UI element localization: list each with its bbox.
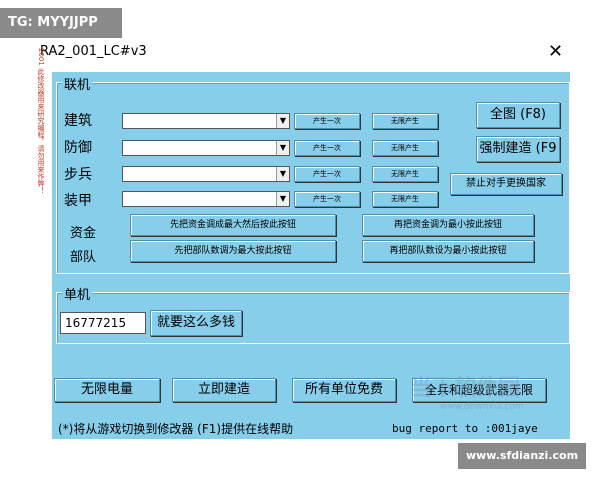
chevron-down-icon[interactable]: ▼ (276, 141, 289, 155)
infantry-infinite-button[interactable]: 无限产生 (372, 166, 438, 182)
chevron-down-icon[interactable]: ▼ (276, 192, 289, 206)
no-switch-country-button[interactable]: 禁止对手更换国家 (450, 173, 562, 195)
building-once-button[interactable]: 产生一次 (294, 113, 360, 129)
defense-once-button[interactable]: 产生一次 (294, 140, 360, 156)
armor-once-button[interactable]: 产生一次 (294, 191, 360, 207)
troops-max-button[interactable]: 先把部队数调为最大按此按钮 (130, 240, 336, 262)
set-money-button[interactable]: 就要这么多钱 (150, 310, 242, 336)
row-label-defense: 防御 (64, 140, 92, 156)
instant-build-button[interactable]: 立即建造 (172, 378, 276, 402)
side-note: 2001 此修改器用来研究编程，请勿用来作弊！ (37, 48, 45, 195)
all-units-free-button[interactable]: 所有单位免费 (292, 378, 396, 402)
troops-label: 部队 (70, 250, 97, 265)
full-map-button[interactable]: 全图 (F8) (476, 102, 560, 128)
tg-label: TG: MYYJJPP (0, 8, 122, 38)
infinite-power-button[interactable]: 无限电量 (54, 378, 160, 402)
armor-combo[interactable]: ▼ (122, 191, 290, 207)
row-label-infantry: 步兵 (64, 167, 92, 183)
online-group-title: 联机 (62, 74, 93, 93)
building-infinite-button[interactable]: 无限产生 (372, 113, 438, 129)
defense-infinite-button[interactable]: 无限产生 (372, 140, 438, 156)
money-min-button[interactable]: 再把资金调为最小按此按钮 (362, 214, 534, 236)
window-title: RA2_001_LC#v3 (40, 44, 147, 59)
force-build-button[interactable]: 强制建造 (F9 (476, 136, 560, 162)
money-label: 资金 (70, 226, 97, 241)
armor-infinite-button[interactable]: 无限产生 (372, 191, 438, 207)
site-watermark: www.sfdianzi.com (458, 443, 586, 469)
money-value-field[interactable]: 16777215 (60, 312, 146, 334)
chevron-down-icon[interactable]: ▼ (276, 167, 289, 181)
troops-min-button[interactable]: 再把部队数设为最小按此按钮 (362, 240, 534, 262)
status-help-text: (*)将从游戏切换到修改器 (F1)提供在线帮助 (58, 422, 294, 436)
defense-combo[interactable]: ▼ (122, 140, 290, 156)
building-combo[interactable]: ▼ (122, 113, 290, 129)
row-label-armor: 装甲 (64, 193, 92, 209)
watermark-logo: 当下软件园 (410, 376, 521, 401)
infantry-once-button[interactable]: 产生一次 (294, 166, 360, 182)
money-max-button[interactable]: 先把资金调成最大然后按此按钮 (130, 214, 336, 236)
row-label-building: 建筑 (64, 113, 92, 129)
infantry-combo[interactable]: ▼ (122, 166, 290, 182)
status-bug-report: bug report to :001jaye (392, 422, 538, 435)
close-icon[interactable]: ✕ (548, 41, 563, 62)
chevron-down-icon[interactable]: ▼ (276, 114, 289, 128)
single-group-title: 单机 (62, 284, 93, 303)
watermark-url: www.downxia.com (440, 402, 524, 412)
